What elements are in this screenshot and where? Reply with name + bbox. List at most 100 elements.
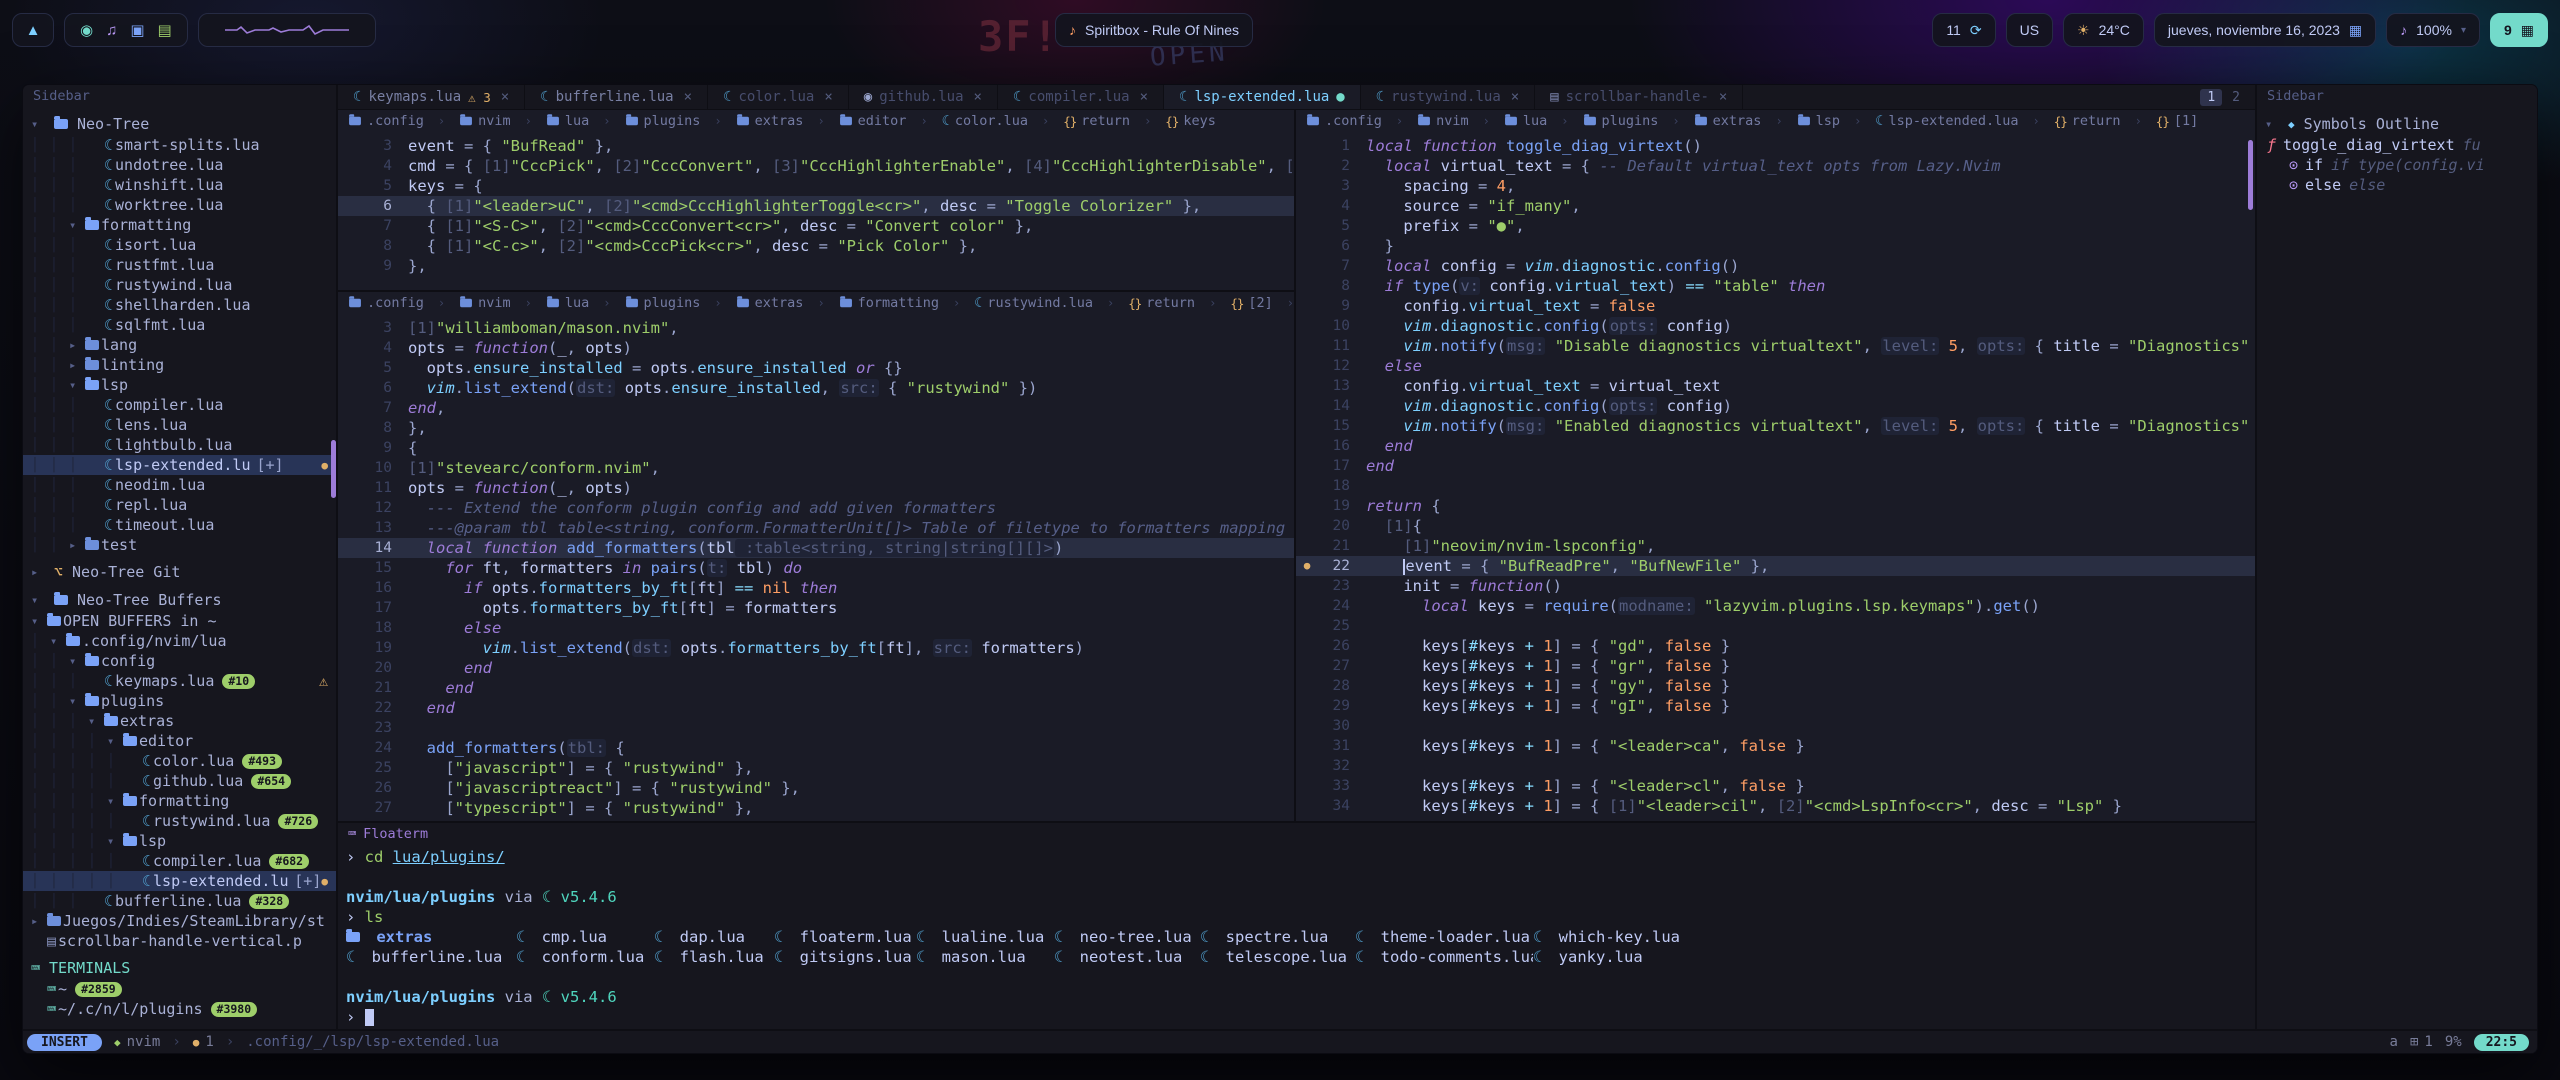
breadcrumb-item[interactable]: {}keys: [1165, 113, 1216, 129]
breadcrumb-item[interactable]: lua: [546, 295, 589, 311]
outline-item-else[interactable]: ⊙elseelse: [2257, 175, 2537, 195]
code-line[interactable]: 14 local function add_formatters(tbl :ta…: [338, 538, 1294, 558]
code-line[interactable]: 7end,: [338, 398, 1294, 418]
code-line[interactable]: 6 vim.list_extend(dst: opts.ensure_insta…: [338, 378, 1294, 398]
tree-item-lsp[interactable]: ││││▾ lsp: [23, 831, 336, 851]
code-line[interactable]: 13 ---@param tbl table<string, conform.F…: [338, 518, 1294, 538]
editor-scrollbar[interactable]: [2248, 140, 2253, 210]
breadcrumb-item[interactable]: {}[1]: [2156, 113, 2198, 129]
breadcrumb-item[interactable]: plugins: [1583, 113, 1659, 129]
code-line[interactable]: 28 keys[#keys + 1] = { "gy", false }: [1296, 676, 2255, 696]
code-line[interactable]: 34 keys[#keys + 1] = { [1]"<leader>cil",…: [1296, 796, 2255, 816]
code-line[interactable]: 4opts = function(_, opts): [338, 338, 1294, 358]
tab-scrollbar-handle-[interactable]: ▤scrollbar-handle-×: [1535, 85, 1743, 109]
code-line[interactable]: 8},: [338, 418, 1294, 438]
tree-item-smart-splits-lua[interactable]: │││ ☾ smart-splits.lua: [23, 135, 336, 155]
tabpage-1[interactable]: 1: [2200, 89, 2222, 106]
tree-item-compiler-lua[interactable]: │││││ ☾ compiler.lua#682: [23, 851, 336, 871]
tree-item-plugins[interactable]: ││▾ plugins: [23, 691, 336, 711]
code-line[interactable]: 20 end: [338, 658, 1294, 678]
code-line[interactable]: 9},: [338, 256, 1294, 276]
breadcrumb-item[interactable]: nvim: [459, 113, 511, 129]
breadcrumb-item[interactable]: extras: [1694, 113, 1762, 129]
tree-item-test[interactable]: ││▸ test: [23, 535, 336, 555]
tree-item-isort-lua[interactable]: │││ ☾ isort.lua: [23, 235, 336, 255]
code-line[interactable]: 20 [1]{: [1296, 516, 2255, 536]
code-line[interactable]: 9 config.virtual_text = false: [1296, 296, 2255, 316]
record-icon[interactable]: ◉: [78, 21, 95, 39]
code-line[interactable]: 13 config.virtual_text = virtual_text: [1296, 376, 2255, 396]
tree-item--[interactable]: ⌨ ~#2859: [23, 979, 336, 999]
breadcrumb-item[interactable]: nvim: [459, 295, 511, 311]
tab-compiler-lua[interactable]: ☾compiler.lua×: [998, 85, 1164, 109]
code-line[interactable]: 14 vim.diagnostic.config(opts: config): [1296, 396, 2255, 416]
tree-item-linting[interactable]: ││▸ linting: [23, 355, 336, 375]
neotree-files-header[interactable]: ▾Neo-Tree: [23, 113, 336, 135]
code-line[interactable]: 5 prefix = "●",: [1296, 216, 2255, 236]
code-line[interactable]: 12 else: [1296, 356, 2255, 376]
tree-item-formatting[interactable]: ││▾ formatting: [23, 215, 336, 235]
code-line[interactable]: 30: [1296, 716, 2255, 736]
tree-item-rustfmt-lua[interactable]: │││ ☾ rustfmt.lua: [23, 255, 336, 275]
code-line[interactable]: 23: [338, 718, 1294, 738]
code-line[interactable]: 4 source = "if_many",: [1296, 196, 2255, 216]
tab-rustywind-lua[interactable]: ☾rustywind.lua×: [1361, 85, 1535, 109]
tree-item-color-lua[interactable]: │││││ ☾ color.lua#493: [23, 751, 336, 771]
code-line[interactable]: 27 keys[#keys + 1] = { "gr", false }: [1296, 656, 2255, 676]
code-line[interactable]: 6 { [1]"<leader>uC", [2]"<cmd>CccHighlig…: [338, 196, 1294, 216]
weather-badge[interactable]: ☀24°C: [2063, 13, 2144, 47]
code-line[interactable]: 29 keys[#keys + 1] = { "gI", false }: [1296, 696, 2255, 716]
close-icon[interactable]: ×: [1511, 89, 1519, 105]
code-line[interactable]: 7 local config = vim.diagnostic.config(): [1296, 256, 2255, 276]
tree-item-sqlfmt-lua[interactable]: │││ ☾ sqlfmt.lua: [23, 315, 336, 335]
code-line[interactable]: 10[1]"stevearc/conform.nvim",: [338, 458, 1294, 478]
code-line[interactable]: 26 keys[#keys + 1] = { "gd", false }: [1296, 636, 2255, 656]
code-line[interactable]: 9{: [338, 438, 1294, 458]
terminals-header[interactable]: ⌨TERMINALS: [23, 957, 336, 979]
code-area[interactable]: 3[1]"williamboman/mason.nvim", 4opts = f…: [338, 314, 1294, 821]
tree-item-juegos-indies-steamlibrary-st[interactable]: ▸ Juegos/Indies/SteamLibrary/st: [23, 911, 336, 931]
sidebar-scrollbar[interactable]: [331, 440, 336, 498]
now-playing[interactable]: ♪ Spiritbox - Rule Of Nines: [1055, 13, 1253, 47]
breadcrumb-item[interactable]: lsp: [1797, 113, 1840, 129]
code-line[interactable]: 2 local virtual_text = { -- Default virt…: [1296, 156, 2255, 176]
tree-item-neodim-lua[interactable]: │││ ☾ neodim.lua: [23, 475, 336, 495]
breadcrumb-item[interactable]: nvim: [1417, 113, 1469, 129]
tree-item-rustywind-lua[interactable]: │││ ☾ rustywind.lua: [23, 275, 336, 295]
code-line[interactable]: 5 opts.ensure_installed = opts.ensure_in…: [338, 358, 1294, 378]
code-line[interactable]: 8 { [1]"<C-c>", [2]"<cmd>CccPick<cr>", d…: [338, 236, 1294, 256]
close-icon[interactable]: ×: [684, 89, 692, 105]
tree-item-formatting[interactable]: ││││▾ formatting: [23, 791, 336, 811]
code-line[interactable]: 25 ["javascript"] = { "rustywind" },: [338, 758, 1294, 778]
code-line[interactable]: 21 end: [338, 678, 1294, 698]
code-line[interactable]: 5keys = {: [338, 176, 1294, 196]
code-line[interactable]: 3 spacing = 4,: [1296, 176, 2255, 196]
code-line[interactable]: 27 ["typescript"] = { "rustywind" },: [338, 798, 1294, 818]
close-icon[interactable]: ×: [824, 89, 832, 105]
clock-badge[interactable]: jueves, noviembre 16, 2023▦: [2154, 13, 2376, 47]
breadcrumb-item[interactable]: ☾rustywind.lua: [974, 295, 1093, 311]
code-line[interactable]: 32: [1296, 756, 2255, 776]
keyboard-layout-badge[interactable]: US: [2006, 13, 2053, 47]
code-line[interactable]: 6 }: [1296, 236, 2255, 256]
tabpage-2[interactable]: 2: [2225, 89, 2247, 106]
clipboard-icon[interactable]: ▣: [128, 21, 146, 39]
code-line[interactable]: 25: [1296, 616, 2255, 636]
neotree-git-header[interactable]: ▸⌥Neo-Tree Git: [23, 561, 336, 583]
code-line[interactable]: 3event = { "BufRead" },: [338, 136, 1294, 156]
breadcrumb-item[interactable]: lua: [1504, 113, 1547, 129]
code-area[interactable]: 3event = { "BufRead" }, 4cmd = { [1]"Ccc…: [338, 132, 1294, 290]
tree-item-timeout-lua[interactable]: │││ ☾ timeout.lua: [23, 515, 336, 535]
outline-item-toggle_diag_virtext[interactable]: ƒtoggle_diag_virtextfu: [2257, 135, 2537, 155]
code-line[interactable]: 19 vim.list_extend(dst: opts.formatters_…: [338, 638, 1294, 658]
breadcrumb-item[interactable]: {}return: [1128, 295, 1195, 311]
breadcrumb-item[interactable]: plugins: [625, 113, 701, 129]
tree-item-lightbulb-lua[interactable]: │││ ☾ lightbulb.lua: [23, 435, 336, 455]
tree-item-lsp[interactable]: ││▾ lsp: [23, 375, 336, 395]
breadcrumb-item[interactable]: ☾color.lua: [942, 113, 1028, 129]
code-line[interactable]: 4cmd = { [1]"CccPick", [2]"CccConvert", …: [338, 156, 1294, 176]
breadcrumb-item[interactable]: {}[2]: [1230, 295, 1272, 311]
code-line[interactable]: 17end: [1296, 456, 2255, 476]
code-line[interactable]: 16 if opts.formatters_by_ft[ft] == nil t…: [338, 578, 1294, 598]
neotree-buffers-header[interactable]: ▾Neo-Tree Buffers: [23, 589, 336, 611]
